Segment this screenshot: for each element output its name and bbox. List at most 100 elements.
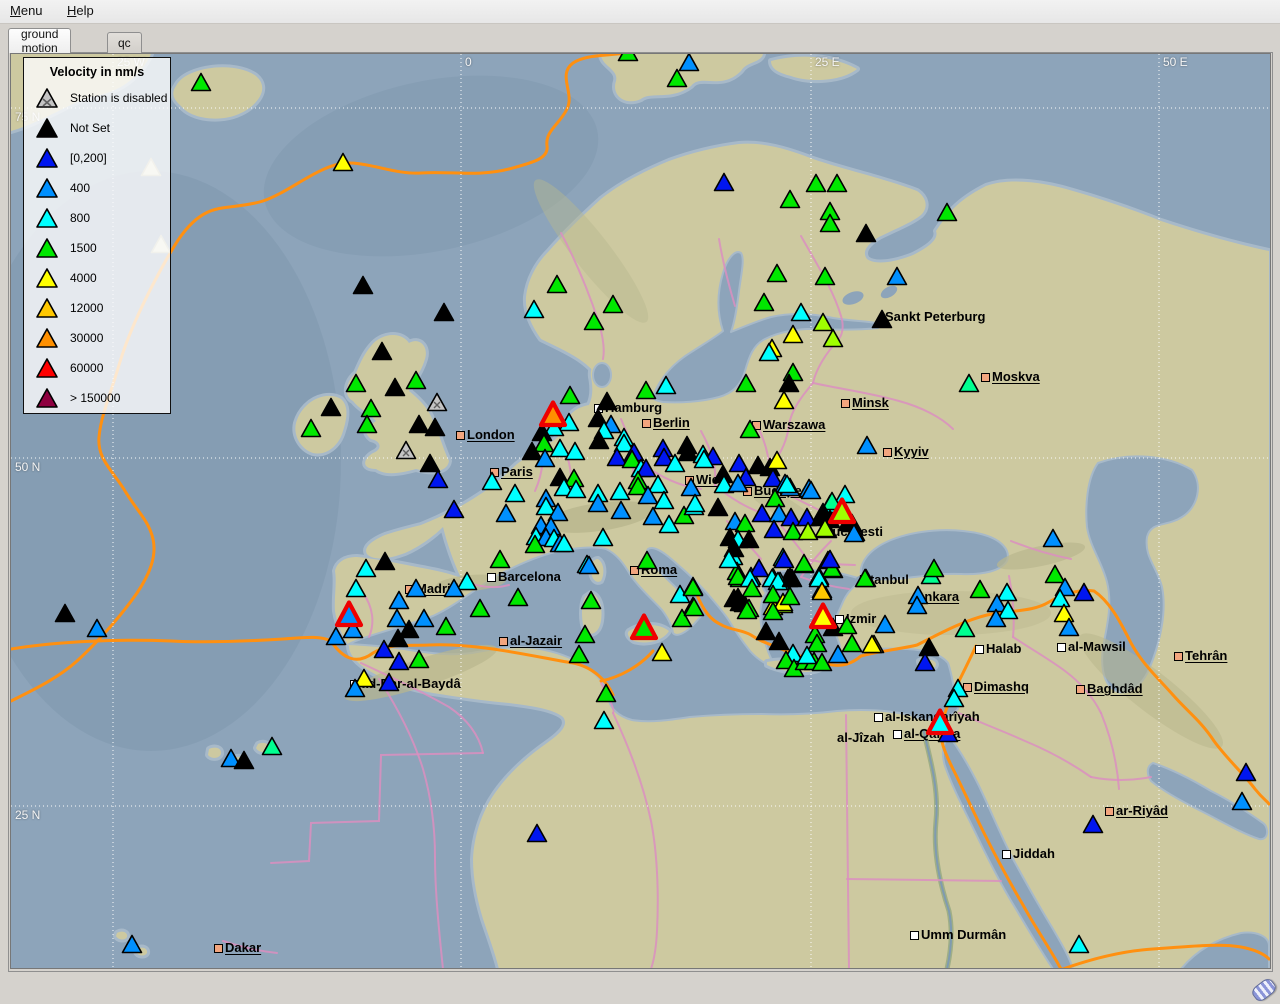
station-marker[interactable] (795, 555, 814, 572)
station-marker[interactable] (843, 635, 862, 652)
station-marker[interactable] (857, 225, 876, 242)
station-marker[interactable] (644, 508, 663, 525)
station-marker[interactable] (263, 738, 282, 755)
station-marker[interactable] (525, 301, 544, 318)
station-marker[interactable] (1084, 816, 1103, 833)
station-marker[interactable] (322, 399, 341, 416)
station-marker[interactable] (429, 471, 448, 488)
station-marker-alert[interactable] (811, 605, 835, 628)
station-marker[interactable] (612, 502, 631, 519)
station-marker[interactable] (358, 416, 377, 433)
station-marker[interactable] (1237, 764, 1256, 781)
station-marker[interactable] (373, 343, 392, 360)
station-marker[interactable] (570, 646, 589, 663)
station-marker[interactable] (1046, 566, 1065, 583)
station-marker[interactable] (582, 592, 601, 609)
station-marker[interactable] (888, 268, 907, 285)
station-marker[interactable] (619, 54, 638, 61)
station-marker-alert[interactable] (337, 603, 361, 626)
station-marker[interactable] (334, 154, 353, 171)
station-marker[interactable] (426, 419, 445, 436)
station-marker-alert[interactable] (928, 711, 952, 734)
station-marker[interactable] (765, 521, 784, 538)
station-marker[interactable] (347, 580, 366, 597)
station-marker[interactable] (920, 639, 939, 656)
station-marker[interactable] (509, 589, 528, 606)
station-marker[interactable] (421, 455, 440, 472)
station-marker[interactable] (388, 610, 407, 627)
station-marker[interactable] (471, 600, 490, 617)
station-marker[interactable] (971, 581, 990, 598)
station-marker[interactable] (604, 296, 623, 313)
station-marker[interactable] (566, 443, 585, 460)
station-marker[interactable] (836, 486, 855, 503)
station-marker[interactable] (873, 311, 892, 328)
station-marker[interactable] (682, 479, 701, 496)
tab-ground-motion[interactable]: ground motion (8, 28, 71, 53)
station-marker[interactable] (528, 825, 547, 842)
station-marker[interactable] (768, 265, 787, 282)
station-marker[interactable] (737, 375, 756, 392)
station-marker[interactable] (415, 610, 434, 627)
tab-qc[interactable]: qc (107, 32, 142, 53)
station-marker[interactable] (362, 400, 381, 417)
station-marker[interactable] (816, 268, 835, 285)
station-marker[interactable] (792, 304, 811, 321)
station-marker[interactable] (680, 54, 699, 71)
station-marker[interactable] (548, 276, 567, 293)
station-marker[interactable] (649, 476, 668, 493)
station-marker[interactable] (428, 394, 447, 411)
station-marker[interactable] (561, 387, 580, 404)
station-marker[interactable] (397, 442, 416, 459)
station-marker[interactable] (598, 393, 617, 410)
station-marker[interactable] (445, 501, 464, 518)
station-marker[interactable] (410, 651, 429, 668)
station-marker[interactable] (491, 551, 510, 568)
station-marker[interactable] (437, 618, 456, 635)
station-marker[interactable] (611, 483, 630, 500)
station-marker[interactable] (380, 674, 399, 691)
station-marker[interactable] (960, 375, 979, 392)
station-marker[interactable] (686, 495, 705, 512)
map-viewport[interactable]: 25 W025 E50 E75 N50 N25 N LondonParisMad… (10, 53, 1271, 969)
station-marker[interactable] (506, 485, 525, 502)
station-marker[interactable] (354, 277, 373, 294)
station-marker[interactable] (1233, 793, 1252, 810)
station-marker[interactable] (638, 552, 657, 569)
station-marker[interactable] (585, 313, 604, 330)
station-marker[interactable] (551, 440, 570, 457)
station-marker[interactable] (637, 382, 656, 399)
station-marker[interactable] (755, 294, 774, 311)
station-marker[interactable] (576, 626, 595, 643)
menu-item-help[interactable]: Help (57, 0, 104, 21)
station-marker[interactable] (653, 644, 672, 661)
station-marker[interactable] (757, 623, 776, 640)
station-marker[interactable] (302, 420, 321, 437)
station-marker[interactable] (684, 579, 703, 596)
station-marker[interactable] (597, 685, 616, 702)
station-marker[interactable] (876, 616, 895, 633)
station-marker-alert[interactable] (541, 403, 565, 426)
station-marker[interactable] (828, 175, 847, 192)
station-marker[interactable] (192, 74, 211, 91)
station-marker[interactable] (88, 620, 107, 637)
station-marker[interactable] (715, 174, 734, 191)
station-marker[interactable] (407, 372, 426, 389)
station-marker[interactable] (407, 580, 426, 597)
station-marker[interactable] (925, 560, 944, 577)
station-marker[interactable] (1075, 584, 1094, 601)
menu-item-menu[interactable]: Menu (0, 0, 53, 21)
station-marker[interactable] (347, 375, 366, 392)
station-marker[interactable] (357, 560, 376, 577)
station-marker[interactable] (781, 191, 800, 208)
station-marker[interactable] (938, 204, 957, 221)
station-marker[interactable] (56, 605, 75, 622)
station-marker[interactable] (327, 628, 346, 645)
station-marker[interactable] (123, 936, 142, 953)
station-marker[interactable] (956, 620, 975, 637)
station-marker[interactable] (709, 499, 728, 516)
station-marker[interactable] (497, 505, 516, 522)
station-marker[interactable] (435, 304, 454, 321)
station-marker[interactable] (807, 175, 826, 192)
station-marker[interactable] (595, 712, 614, 729)
